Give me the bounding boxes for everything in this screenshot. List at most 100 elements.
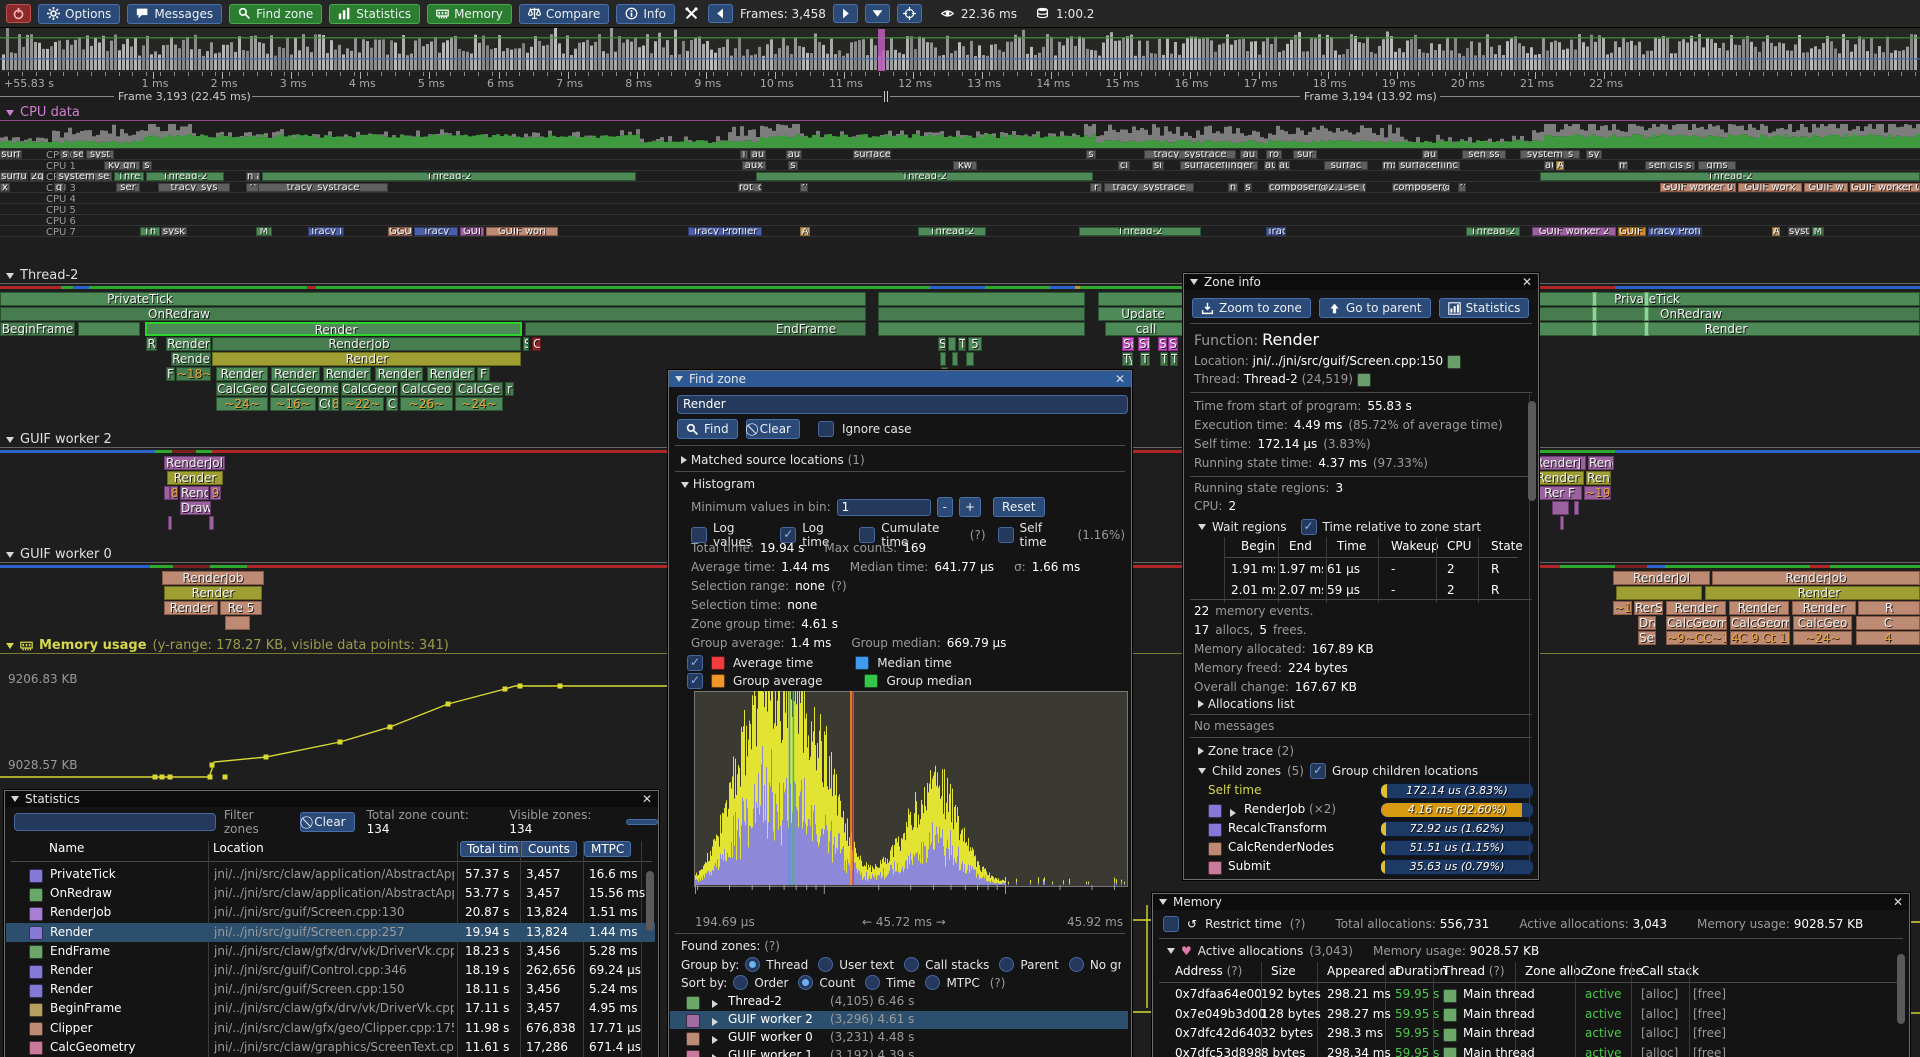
collapse-icon[interactable] bbox=[6, 110, 14, 116]
cpu-zone-block[interactable]: tracy_sys bbox=[158, 183, 230, 192]
found-zone-group[interactable]: GUIF worker 0(3,231) 4.48 s bbox=[670, 1029, 1128, 1047]
timeline-zone[interactable] bbox=[878, 292, 1085, 306]
statistics-row[interactable]: OnRedrawjni/../jni/src/claw/application/… bbox=[6, 884, 655, 903]
timeline-zone[interactable]: CalcGeome bbox=[1666, 616, 1727, 630]
timeline-zone[interactable]: Render bbox=[1532, 471, 1584, 485]
close-icon[interactable]: ✕ bbox=[1115, 372, 1125, 386]
collapse-icon[interactable] bbox=[1167, 948, 1175, 954]
cpu-zone-block[interactable]: cl bbox=[1118, 161, 1130, 170]
timeline-zone[interactable]: Render bbox=[1666, 601, 1726, 615]
timeline-zone[interactable]: Rer F bbox=[1537, 486, 1582, 500]
cpu-zone-block[interactable]: surfaceflinc bbox=[1398, 161, 1460, 170]
cpu-zone-block[interactable]: s bbox=[60, 150, 70, 159]
cpu-zone-block[interactable]: Th bbox=[140, 227, 160, 236]
timeline-zone[interactable]: R bbox=[146, 337, 157, 351]
find-zone-titlebar[interactable]: Find zone✕ bbox=[669, 371, 1131, 387]
timeline-zone[interactable]: 8 bbox=[170, 486, 178, 500]
cpu-zone-block[interactable]: n bbox=[1228, 183, 1238, 192]
memory-scrollbar[interactable] bbox=[1897, 954, 1905, 1024]
wait-col-time[interactable]: Time bbox=[1337, 539, 1366, 553]
statistics-row[interactable]: CalcGeometryjni/../jni/src/claw/graphics… bbox=[6, 1038, 655, 1057]
cpu-zone-block[interactable]: GUIF w bbox=[1618, 227, 1646, 236]
cpu-zone-block[interactable]: gms bbox=[1698, 161, 1736, 170]
timeline-zone[interactable]: T bbox=[1140, 352, 1150, 366]
checkbox[interactable]: ✓ bbox=[1163, 916, 1179, 932]
cpu-zone-block[interactable]: Thread-2 bbox=[1079, 227, 1201, 236]
cpu-zone-block[interactable]: s bbox=[1086, 150, 1096, 159]
expand-icon[interactable] bbox=[1198, 700, 1204, 708]
mem-col-appeared-at[interactable]: Appeared at bbox=[1327, 964, 1401, 978]
clipped-button[interactable] bbox=[626, 819, 658, 825]
statistics-row[interactable]: Renderjni/../jni/src/guif/Screen.cpp:150… bbox=[6, 980, 655, 999]
next-frame-button[interactable] bbox=[833, 4, 858, 23]
cpu-zone-block[interactable]: A bbox=[800, 227, 810, 236]
cpu-zone-block[interactable]: composer@ bbox=[1392, 183, 1450, 192]
timeline-zone[interactable]: RenderJol bbox=[1613, 571, 1710, 585]
timeline-zone[interactable]: C bbox=[386, 397, 398, 411]
cpu-zone-block[interactable]: M bbox=[1812, 227, 1824, 236]
timeline-zone[interactable]: 9 bbox=[210, 486, 221, 500]
radio-button[interactable] bbox=[925, 975, 940, 990]
timeline-zone[interactable]: 8 bbox=[331, 397, 339, 411]
collapse-icon[interactable] bbox=[6, 437, 14, 443]
timeline-zone[interactable]: Render bbox=[427, 367, 475, 381]
checkbox[interactable]: ✓ bbox=[818, 421, 834, 437]
timeline-zone[interactable] bbox=[1560, 516, 1564, 530]
child-zone-time-bar[interactable]: 4.16 ms (92.60%) bbox=[1380, 802, 1534, 818]
cpu-zone-block[interactable]: au bbox=[1264, 161, 1276, 170]
cpu-zone-block[interactable]: kw bbox=[953, 161, 977, 170]
cpu-zone-block[interactable]: composer@2.1-se (Hw bbox=[1268, 183, 1366, 192]
statistics-row[interactable]: Renderjni/../jni/src/guif/Screen.cpp:257… bbox=[6, 923, 655, 942]
cpu-zone-block[interactable]: A bbox=[1772, 227, 1780, 236]
timeline-zone[interactable]: CalcGeor bbox=[341, 382, 398, 396]
timeline-zone[interactable]: Draw bbox=[180, 501, 211, 515]
cpu-zone-block[interactable]: m bbox=[1618, 161, 1628, 170]
frame-3194-label[interactable]: Frame 3,194 (13.92 ms) bbox=[1304, 90, 1437, 103]
timeline-zone[interactable] bbox=[966, 352, 974, 366]
cpu-zone-block[interactable]: ^ bbox=[1458, 183, 1466, 192]
timeline-zone[interactable]: CalcGeomet bbox=[1730, 616, 1790, 630]
timeline-zone[interactable]: r bbox=[505, 382, 514, 396]
collapse-icon[interactable] bbox=[1198, 768, 1206, 774]
cpu-zone-block[interactable]: ^ bbox=[800, 183, 808, 192]
cpu-zone-block[interactable]: s bbox=[788, 161, 798, 170]
collapse-icon[interactable] bbox=[1190, 279, 1198, 285]
histogram-section-header[interactable]: Histogram bbox=[681, 477, 755, 491]
timeline-zone[interactable]: BeginFrame bbox=[0, 322, 75, 336]
col-location[interactable]: Location bbox=[213, 841, 264, 855]
cpu-zone-block[interactable]: au bbox=[786, 150, 802, 159]
expand-icon[interactable] bbox=[712, 1000, 718, 1008]
wait-col-end[interactable]: End bbox=[1289, 539, 1312, 553]
timeline-zone[interactable]: Dra bbox=[1638, 616, 1656, 630]
cpu-zone-block[interactable]: si bbox=[1152, 161, 1164, 170]
timeline-zone[interactable]: Render bbox=[1792, 601, 1856, 615]
mem-col-thread[interactable]: Thread (?) bbox=[1443, 964, 1505, 978]
close-icon[interactable]: ✕ bbox=[1893, 895, 1903, 909]
child-zone-row[interactable]: Submit35.63 us (0.79%) bbox=[1208, 859, 1528, 875]
cpu-zone-block[interactable]: ser bbox=[116, 183, 140, 192]
timeline-zone[interactable]: Render bbox=[375, 367, 423, 381]
statistics-button[interactable]: Statistics bbox=[1439, 298, 1530, 318]
cpu-zone-block[interactable]: sysk bbox=[161, 227, 187, 236]
cpu-zone-block[interactable]: Thread-2 bbox=[756, 172, 1093, 181]
cpu-zone-block[interactable]: surf bbox=[0, 150, 22, 159]
timeline-zone[interactable]: T bbox=[1160, 352, 1168, 366]
timeline-zone[interactable]: CC bbox=[318, 397, 331, 411]
timeline-zone[interactable]: Rende bbox=[171, 352, 211, 366]
child-zone-time-bar[interactable]: 35.63 us (0.79%) bbox=[1380, 859, 1534, 875]
cpu-zone-block[interactable]: x bbox=[0, 183, 10, 192]
cpu-zone-block[interactable]: Tracy Profiler bbox=[688, 227, 762, 236]
timeline-zone[interactable]: RenderJol bbox=[164, 456, 225, 470]
power-button[interactable] bbox=[6, 4, 31, 23]
zone-info-titlebar[interactable]: Zone info✕ bbox=[1184, 274, 1538, 290]
cpu-zone-block[interactable]: au bbox=[1544, 161, 1554, 170]
cpu-zone-block[interactable]: l bbox=[740, 150, 748, 159]
cpu-zone-block[interactable]: sy bbox=[1586, 150, 1602, 159]
timeline-zone[interactable]: 5 bbox=[968, 337, 982, 351]
matched-source-locations[interactable]: Matched source locations (1) bbox=[681, 453, 865, 467]
child-zone-time-bar[interactable]: 72.92 us (1.62%) bbox=[1380, 821, 1534, 837]
collapse-icon[interactable] bbox=[1159, 899, 1167, 905]
cpu-zone-block[interactable]: GUI bbox=[460, 227, 484, 236]
frame-markers-row[interactable]: Frame 3,193 (22.45 ms)Frame 3,194 (13.92… bbox=[0, 90, 1920, 104]
cpu-zone-block[interactable]: GUIF worker 0 bbox=[1660, 183, 1736, 192]
